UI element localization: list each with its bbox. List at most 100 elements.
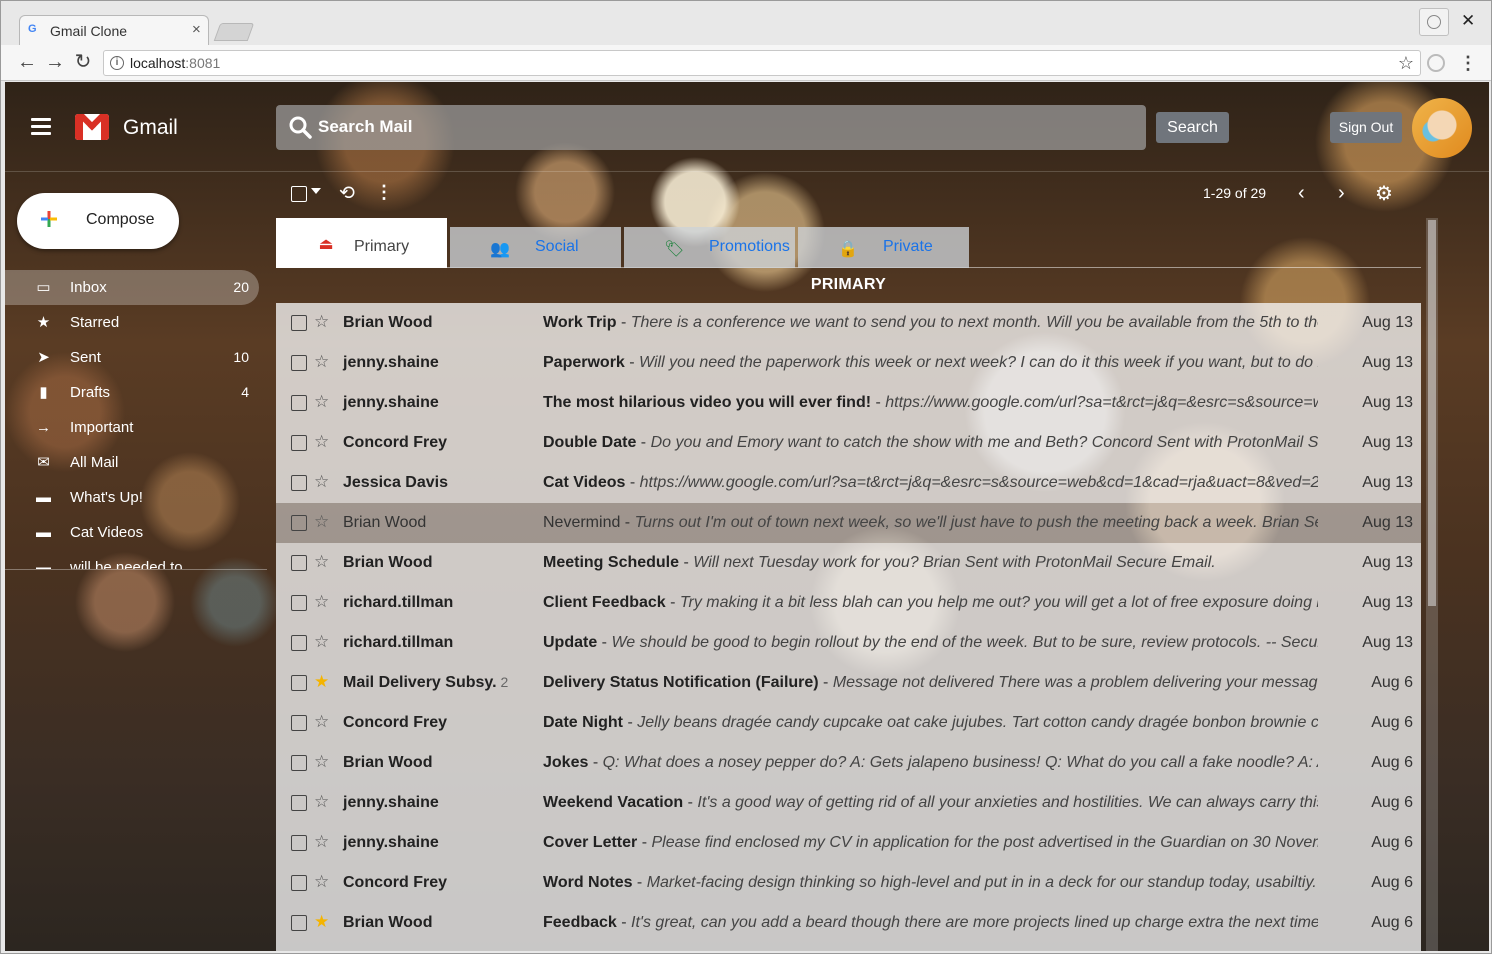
email-row[interactable]: ☆ richard.tillman Update - We should be go… [276, 623, 1421, 663]
sidebar-item-drafts[interactable]: ▮ Drafts 4 [5, 375, 259, 410]
email-row[interactable]: ☆ Jessica Davis Cat Videos - https://www.g… [276, 463, 1421, 503]
tab-promotions[interactable]: 🏷 Promotions [624, 227, 795, 268]
scrollbar-thumb[interactable] [1428, 220, 1436, 606]
bookmark-star-icon[interactable]: ☆ [1398, 53, 1414, 74]
site-info-icon[interactable]: i [110, 56, 124, 70]
tab-social[interactable]: 👥 Social [450, 227, 621, 268]
star-icon[interactable]: ☆ [314, 352, 329, 372]
email-row[interactable]: ☆ richard.tillman Client Feedback - Try ma… [276, 583, 1421, 623]
email-row[interactable]: ★ Mail Delivery Subsy. 2 Delivery Status No… [276, 663, 1421, 703]
email-row[interactable]: ☆ Concord Frey Date Night - Jelly beans dr… [276, 703, 1421, 743]
new-tab-button[interactable] [213, 23, 255, 41]
email-preview: Work Trip - There is a conference we wan… [543, 314, 1318, 332]
star-icon[interactable]: ☆ [314, 872, 329, 892]
email-checkbox[interactable] [291, 835, 307, 851]
reload-icon[interactable]: ↻ [71, 51, 95, 75]
search-input[interactable] [318, 113, 1118, 141]
star-icon[interactable]: ☆ [314, 312, 329, 332]
sidebar-item-all-mail[interactable]: ✉ All Mail [5, 445, 259, 480]
sign-out-button[interactable]: Sign Out [1330, 112, 1402, 143]
tab-private[interactable]: 🔒 Private [798, 227, 969, 268]
hamburger-menu-icon[interactable] [31, 118, 51, 135]
email-preview: Word Notes - Market-facing design thinki… [543, 874, 1317, 891]
sidebar-item-cat-videos[interactable]: ▬ Cat Videos [5, 515, 259, 550]
email-preview: Double Date - Do you and Emory want to c… [543, 434, 1318, 452]
email-row[interactable]: ☆ Concord Frey Double Date - Do you and Em… [276, 423, 1421, 463]
previous-page-icon[interactable]: ‹ [1298, 182, 1305, 205]
extension-icon[interactable] [1427, 54, 1445, 72]
sidebar-item-important[interactable]: → Important [5, 410, 259, 445]
email-row[interactable]: ☆ Concord Frey Word Notes - Market-facing … [276, 863, 1421, 903]
email-checkbox[interactable] [291, 435, 307, 451]
email-row[interactable]: ☆ jenny.shaine Paperwork - Will you need t… [276, 343, 1421, 383]
star-icon[interactable]: ★ [314, 672, 329, 692]
sidebar-item-what-s-up[interactable]: ▬ What's Up! [5, 480, 259, 515]
email-checkbox[interactable] [291, 675, 307, 691]
browser-window: G Gmail Clone × ✕ ← → ↻ i localhost:8081… [0, 0, 1492, 954]
email-row[interactable]: ☆ Brian Wood Nevermind - Turns out I'm out… [276, 503, 1421, 543]
address-bar[interactable]: i localhost:8081 ☆ [103, 50, 1421, 76]
email-checkbox[interactable] [291, 595, 307, 611]
email-checkbox[interactable] [291, 795, 307, 811]
more-vertical-icon[interactable]: ⋮ [375, 182, 393, 202]
search-icon[interactable] [288, 115, 312, 139]
back-arrow-icon[interactable]: ← [15, 51, 39, 75]
star-icon[interactable]: ☆ [314, 632, 329, 652]
sidebar-item-starred[interactable]: ★ Starred [5, 305, 259, 340]
tab-label: Primary [354, 238, 410, 255]
email-checkbox[interactable] [291, 915, 307, 931]
email-row[interactable]: ☆ [276, 943, 1421, 951]
compose-button[interactable]: Compose [17, 193, 179, 249]
search-button[interactable]: Search [1156, 112, 1229, 143]
email-checkbox[interactable] [291, 755, 307, 771]
email-row[interactable]: ★ Brian Wood Feedback - It's great, can yo… [276, 903, 1421, 943]
forward-arrow-icon[interactable]: → [43, 51, 67, 75]
star-icon[interactable]: ☆ [314, 792, 329, 812]
tab-close-icon[interactable]: × [192, 21, 201, 38]
star-icon[interactable]: ☆ [314, 512, 329, 532]
email-checkbox[interactable] [291, 715, 307, 731]
star-icon[interactable]: ☆ [314, 552, 329, 572]
star-icon[interactable]: ★ [314, 912, 329, 932]
email-row[interactable]: ☆ Brian Wood Jokes - Q: What does a nosey … [276, 743, 1421, 783]
email-checkbox[interactable] [291, 355, 307, 371]
star-icon[interactable]: ☆ [314, 712, 329, 732]
star-icon[interactable]: ☆ [314, 832, 329, 852]
select-dropdown-chevron-down-icon[interactable] [311, 188, 321, 194]
select-all-checkbox[interactable] [291, 186, 307, 202]
email-checkbox[interactable] [291, 555, 307, 571]
next-page-icon[interactable]: › [1338, 182, 1345, 205]
gear-icon[interactable]: ⚙ [1375, 181, 1393, 206]
email-list-scrollbar[interactable] [1426, 218, 1438, 951]
email-date: Aug 6 [1371, 914, 1413, 931]
window-close-icon[interactable]: ✕ [1461, 11, 1475, 31]
star-icon[interactable]: ☆ [314, 752, 329, 772]
email-row[interactable]: ☆ jenny.shaine Cover Letter - Please find … [276, 823, 1421, 863]
email-checkbox[interactable] [291, 315, 307, 331]
avatar[interactable] [1412, 98, 1472, 158]
email-row[interactable]: ☆ jenny.shaine Weekend Vacation - It's a g… [276, 783, 1421, 823]
email-checkbox[interactable] [291, 475, 307, 491]
star-icon[interactable]: ☆ [314, 472, 329, 492]
browser-tab[interactable]: G Gmail Clone × [19, 15, 209, 46]
tab-primary[interactable]: ⏏ Primary [276, 218, 447, 268]
email-checkbox[interactable] [291, 515, 307, 531]
star-icon[interactable]: ☆ [314, 392, 329, 412]
star-icon[interactable]: ☆ [314, 432, 329, 452]
sidebar-nav: ▭ Inbox 20 ★ Starred ➤ Sent 10 ▮ Drafts 4 → Importan… [5, 270, 267, 570]
email-preview: Client Feedback - Try making it a bit le… [543, 594, 1318, 612]
email-row[interactable]: ☆ jenny.shaine The most hilarious video yo… [276, 383, 1421, 423]
email-checkbox[interactable] [291, 635, 307, 651]
refresh-icon[interactable]: ⟲ [339, 182, 355, 205]
sidebar-item-inbox[interactable]: ▭ Inbox 20 [5, 270, 259, 305]
star-icon[interactable]: ☆ [314, 592, 329, 612]
sidebar-item-will-be-needed-to[interactable]: ▬ will be needed to [5, 550, 259, 569]
email-row[interactable]: ☆ Brian Wood Work Trip - There is a confer… [276, 303, 1421, 343]
browser-menu-icon[interactable]: ⋮ [1459, 51, 1477, 75]
email-preview: Cat Videos - https://www.google.com/url?… [543, 474, 1318, 492]
email-row[interactable]: ☆ Brian Wood Meeting Schedule - Will next … [276, 543, 1421, 583]
browser-profile-button[interactable] [1419, 8, 1449, 36]
email-checkbox[interactable] [291, 875, 307, 891]
sidebar-item-sent[interactable]: ➤ Sent 10 [5, 340, 259, 375]
email-checkbox[interactable] [291, 395, 307, 411]
